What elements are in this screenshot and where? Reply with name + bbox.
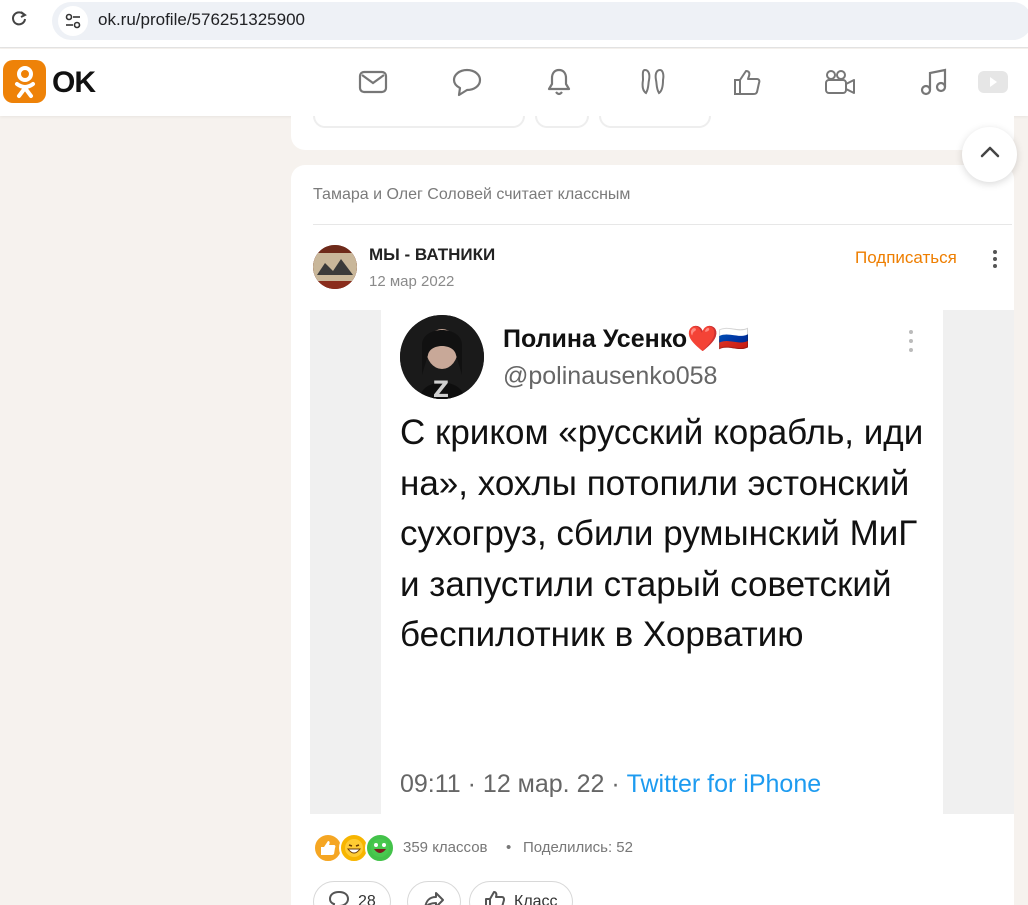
- comment-icon: [328, 890, 350, 905]
- bell-icon[interactable]: [542, 65, 576, 99]
- music-icon[interactable]: [917, 65, 951, 99]
- tweet-more-icon: [909, 330, 915, 352]
- post-more-icon[interactable]: [985, 247, 1005, 271]
- tweet-source: Twitter for iPhone: [626, 770, 822, 798]
- divider: [313, 224, 1012, 225]
- site-info-icon[interactable]: [58, 6, 88, 36]
- class-label: Класс: [514, 893, 558, 905]
- lol-reaction-icon: [365, 833, 395, 863]
- group-avatar[interactable]: [313, 245, 357, 289]
- previous-post-button[interactable]: [599, 116, 711, 128]
- scroll-to-top-button[interactable]: [962, 127, 1017, 182]
- video-icon[interactable]: [823, 65, 857, 99]
- classes-count[interactable]: 359 классов: [403, 839, 488, 856]
- tweet-text: С криком «русский корабль, иди на», хохл…: [400, 413, 924, 654]
- mail-icon[interactable]: [356, 65, 390, 99]
- feed-post-card: Тамара и Олег Соловей считает классным М…: [291, 165, 1014, 905]
- like-icon[interactable]: [730, 65, 764, 99]
- ok-logo-icon[interactable]: [3, 60, 46, 103]
- reload-icon[interactable]: [8, 8, 30, 30]
- stats-separator: •: [506, 839, 512, 856]
- comments-button[interactable]: 28: [313, 881, 391, 905]
- vk-video-icon[interactable]: [976, 65, 1010, 99]
- browser-address-bar: ok.ru/profile/576251325900: [0, 0, 1028, 48]
- reactions-summary[interactable]: [313, 833, 403, 863]
- svg-text:Z: Z: [433, 378, 449, 399]
- tweet-meta: 09:11 · 12 мар. 22 · Twitter for iPhone: [400, 770, 821, 799]
- shares-count[interactable]: Поделились: 52: [523, 839, 633, 856]
- previous-post-button[interactable]: [535, 116, 589, 128]
- subscribe-button[interactable]: Подписаться: [855, 248, 957, 268]
- post-date[interactable]: 12 мар 2022: [369, 273, 454, 290]
- share-icon: [423, 890, 445, 905]
- post-image[interactable]: Z Полина Усенко❤️🇷🇺 @polinausenko058 С к…: [310, 310, 1014, 814]
- class-button[interactable]: Класс: [469, 881, 573, 905]
- site-header: OK: [0, 49, 1028, 116]
- tweet-time: 09:11 · 12 мар. 22 ·: [400, 770, 627, 798]
- url-text[interactable]: ok.ru/profile/576251325900: [98, 10, 305, 30]
- previous-post-card: [291, 116, 1014, 150]
- chevron-up-icon: [979, 145, 1001, 164]
- tweet-author-name: Полина Усенко❤️🇷🇺: [503, 325, 750, 353]
- class-like-icon: [484, 890, 506, 905]
- ok-wordmark[interactable]: OK: [52, 66, 96, 100]
- post-activity-text[interactable]: Тамара и Олег Соловей считает классным: [313, 186, 630, 204]
- group-name[interactable]: МЫ - ВАТНИКИ: [369, 245, 495, 265]
- comments-count: 28: [358, 893, 376, 905]
- share-button[interactable]: [407, 881, 461, 905]
- previous-post-button[interactable]: [313, 116, 525, 128]
- chat-icon[interactable]: [450, 65, 484, 99]
- tweet-author-avatar: Z: [400, 315, 484, 399]
- tweet-author-handle: @polinausenko058: [503, 362, 718, 390]
- guests-icon[interactable]: [636, 65, 670, 99]
